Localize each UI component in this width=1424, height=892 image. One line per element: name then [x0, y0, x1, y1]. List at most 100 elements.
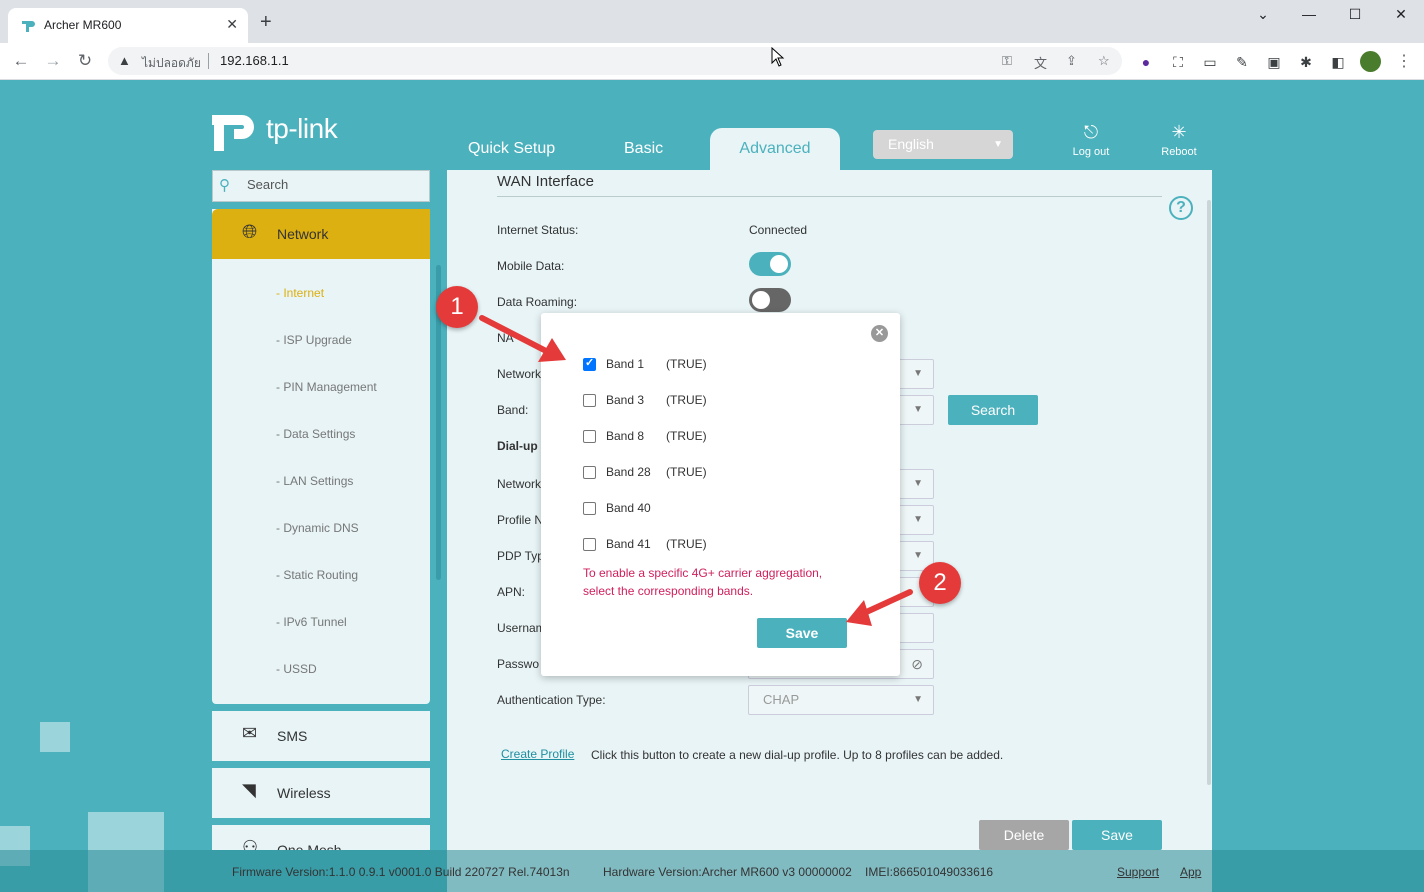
- band-label: Band:: [497, 403, 529, 417]
- forward-icon[interactable]: →: [42, 51, 64, 73]
- address-bar[interactable]: ▲ ไม่ปลอดภัย 192.168.1.1 ⚿ 文 ⇪ ☆: [108, 47, 1122, 75]
- band-status: (TRUE): [666, 429, 707, 443]
- dialup-network-label: Network: [497, 477, 542, 491]
- delete-button[interactable]: Delete: [979, 820, 1069, 850]
- band-checkbox[interactable]: [583, 394, 596, 407]
- band-name: Band 28: [606, 465, 651, 479]
- minimize-button[interactable]: —: [1294, 6, 1324, 22]
- cast-extension-icon[interactable]: ▭: [1200, 52, 1220, 72]
- sidebar-item-onemesh[interactable]: ⚇ One Mesh: [212, 825, 430, 850]
- tab-quick-setup[interactable]: Quick Setup: [468, 140, 555, 158]
- band-checkbox[interactable]: [583, 502, 596, 515]
- close-window-button[interactable]: ✕: [1386, 6, 1416, 23]
- tab-search-icon[interactable]: ⌄: [1248, 6, 1278, 23]
- browser-menu-icon[interactable]: ⋮: [1396, 51, 1412, 71]
- eye-slash-icon[interactable]: ⊘: [911, 650, 923, 678]
- sidebar-item-static-routing[interactable]: - Static Routing: [276, 568, 358, 582]
- reload-icon[interactable]: ↻: [74, 51, 96, 73]
- carrier-aggregation-note: To enable a specific 4G+ carrier aggrega…: [583, 566, 823, 598]
- firmware-version: Firmware Version:1.1.0 0.9.1 v0001.0 Bui…: [232, 865, 570, 879]
- chevron-down-icon: ▼: [993, 139, 1003, 150]
- band-checkbox[interactable]: [583, 538, 596, 551]
- language-select[interactable]: English ▼: [873, 130, 1013, 159]
- search-icon: ⚲: [219, 177, 230, 194]
- browser-tab[interactable]: Archer MR600 ✕: [8, 8, 248, 43]
- band-checkbox[interactable]: [583, 466, 596, 479]
- capture-extension-icon[interactable]: ▣: [1264, 52, 1284, 72]
- support-link[interactable]: Support: [1117, 865, 1159, 879]
- auth-type-select[interactable]: CHAP ▼: [748, 685, 934, 715]
- band-name: Band 41: [606, 537, 651, 551]
- reboot-icon: ✳: [1171, 122, 1187, 142]
- band-name: Band 1: [606, 357, 645, 371]
- band-status: (TRUE): [666, 357, 707, 371]
- extensions-puzzle-icon[interactable]: ✱: [1296, 52, 1316, 72]
- band-status: (TRUE): [666, 393, 707, 407]
- back-icon[interactable]: ←: [10, 51, 32, 73]
- internet-status-label: Internet Status:: [497, 223, 579, 237]
- sidebar-item-network[interactable]: 🌐︎ Network: [212, 209, 430, 259]
- annotation-badge-2: 2: [919, 562, 961, 604]
- tab-basic[interactable]: Basic: [624, 140, 663, 158]
- language-value: English: [888, 136, 934, 152]
- logout-button[interactable]: ⎋ Log out: [1061, 122, 1121, 158]
- browser-toolbar: ← → ↻ ▲ ไม่ปลอดภัย 192.168.1.1 ⚿ 文 ⇪ ☆ ●…: [0, 43, 1424, 80]
- sidebar-item-isp-upgrade[interactable]: - ISP Upgrade: [276, 333, 352, 347]
- toggle-knob: [752, 291, 770, 309]
- sidebar-item-sms[interactable]: ✉ SMS: [212, 711, 430, 761]
- logout-icon: ⎋: [1083, 122, 1099, 142]
- help-icon[interactable]: ?: [1169, 196, 1193, 220]
- translate-icon[interactable]: 文: [1034, 53, 1047, 72]
- band-search-button[interactable]: Search: [948, 395, 1038, 425]
- chevron-down-icon: ▼: [913, 694, 923, 705]
- tab-advanced[interactable]: Advanced: [710, 128, 840, 170]
- reboot-button[interactable]: ✳ Reboot: [1149, 122, 1209, 158]
- create-profile-note: Click this button to create a new dial-u…: [591, 748, 1004, 762]
- sidebar-search[interactable]: ⚲: [212, 170, 430, 202]
- modal-save-button[interactable]: Save: [757, 618, 847, 648]
- save-button[interactable]: Save: [1072, 820, 1162, 850]
- main-scrollbar[interactable]: [1207, 200, 1211, 785]
- share-icon[interactable]: ⇪: [1066, 53, 1077, 69]
- warning-icon[interactable]: ▲: [118, 53, 131, 68]
- annotation-badge-1: 1: [436, 286, 478, 328]
- wifi-icon: ◥: [242, 780, 256, 800]
- close-icon[interactable]: ✕: [871, 325, 888, 342]
- band-checkbox[interactable]: [583, 356, 596, 371]
- profile-avatar[interactable]: [1360, 51, 1381, 72]
- sidebar-item-ussd[interactable]: - USSD: [276, 662, 317, 676]
- band-name: Band 3: [606, 393, 645, 407]
- sidebar-item-data-settings[interactable]: - Data Settings: [276, 427, 355, 441]
- security-label[interactable]: ไม่ปลอดภัย: [142, 54, 201, 73]
- chevron-down-icon: ▼: [913, 368, 923, 379]
- logo-text: tp-link: [266, 113, 338, 144]
- band-checkbox[interactable]: [583, 430, 596, 443]
- apn-label: APN:: [497, 585, 526, 599]
- background-decoration: [40, 722, 70, 752]
- sidebar-item-ipv6-tunnel[interactable]: - IPv6 Tunnel: [276, 615, 347, 629]
- key-icon[interactable]: ⚿: [1002, 53, 1012, 69]
- bookmark-star-icon[interactable]: ☆: [1098, 53, 1110, 69]
- download-extension-icon[interactable]: ●: [1136, 52, 1156, 72]
- data-roaming-toggle[interactable]: [749, 288, 791, 312]
- tab-close-icon[interactable]: ✕: [226, 16, 238, 33]
- mobile-data-label: Mobile Data:: [497, 259, 565, 273]
- auth-type-label: Authentication Type:: [497, 693, 606, 707]
- sidebar-item-internet[interactable]: - Internet: [276, 286, 324, 300]
- side-panel-icon[interactable]: ◧: [1328, 52, 1348, 72]
- create-profile-link[interactable]: Create Profile: [501, 747, 574, 761]
- sidebar-item-wireless[interactable]: ◥ Wireless: [212, 768, 430, 818]
- new-tab-button[interactable]: +: [260, 12, 272, 32]
- page-title: WAN Interface: [497, 173, 594, 190]
- sidebar-item-dynamic-dns[interactable]: - Dynamic DNS: [276, 521, 359, 535]
- sidebar-item-lan-settings[interactable]: - LAN Settings: [276, 474, 353, 488]
- screenshot-extension-icon[interactable]: ⛶: [1168, 52, 1188, 72]
- maximize-button[interactable]: ☐: [1340, 6, 1370, 23]
- search-input[interactable]: [247, 177, 417, 192]
- chevron-down-icon: ▼: [913, 478, 923, 489]
- url-text[interactable]: 192.168.1.1: [220, 53, 289, 68]
- edit-extension-icon[interactable]: ✎: [1232, 52, 1252, 72]
- sidebar-item-pin-management[interactable]: - PIN Management: [276, 380, 377, 394]
- mobile-data-toggle[interactable]: [749, 252, 791, 276]
- app-link[interactable]: App: [1180, 865, 1201, 879]
